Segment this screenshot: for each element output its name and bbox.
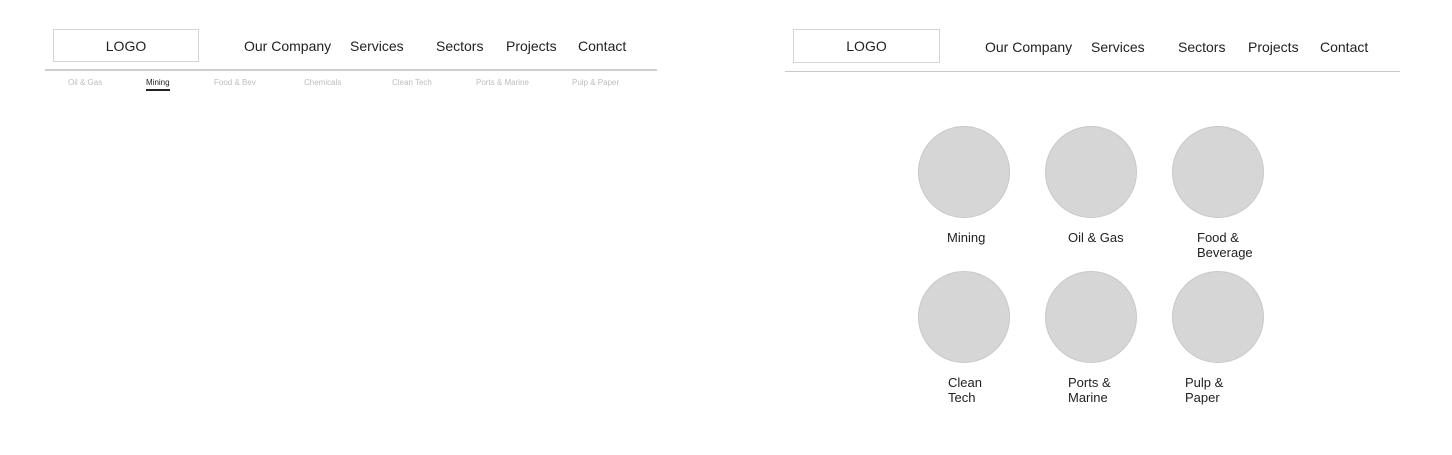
sector-tile-mining[interactable]: Mining <box>918 126 1028 245</box>
nav-contact[interactable]: Contact <box>578 38 626 54</box>
sector-image-placeholder <box>1172 126 1264 218</box>
nav-contact[interactable]: Contact <box>1320 39 1368 55</box>
sector-label: Ports & Marine <box>1068 375 1111 405</box>
sector-image-placeholder <box>1172 271 1264 363</box>
nav-sectors[interactable]: Sectors <box>1178 39 1225 55</box>
subnav-chemicals[interactable]: Chemicals <box>304 78 341 87</box>
nav-projects[interactable]: Projects <box>1248 39 1299 55</box>
nav-services[interactable]: Services <box>1091 39 1145 55</box>
sector-image-placeholder <box>918 126 1010 218</box>
right-wireframe: LOGO Our Company Services Sectors Projec… <box>780 0 1420 455</box>
sector-image-placeholder <box>1045 126 1137 218</box>
sector-tile-clean-tech[interactable]: Clean Tech <box>918 271 1028 405</box>
nav-sectors[interactable]: Sectors <box>436 38 483 54</box>
header-divider <box>785 71 1400 72</box>
sector-label: Food & Beverage <box>1197 230 1253 260</box>
sector-tile-pulp-paper[interactable]: Pulp & Paper <box>1172 271 1282 405</box>
subnav-pulp-paper[interactable]: Pulp & Paper <box>572 78 619 87</box>
sector-label: Oil & Gas <box>1068 230 1124 245</box>
sector-tile-oil-gas[interactable]: Oil & Gas <box>1045 126 1155 245</box>
logo[interactable]: LOGO <box>793 29 940 63</box>
nav-our-company[interactable]: Our Company <box>985 39 1072 55</box>
sector-label: Pulp & Paper <box>1185 375 1224 405</box>
sector-image-placeholder <box>918 271 1010 363</box>
subnav-clean-tech[interactable]: Clean Tech <box>392 78 432 87</box>
sector-label: Clean Tech <box>948 375 982 405</box>
subnav-ports-marine[interactable]: Ports & Marine <box>476 78 529 87</box>
logo[interactable]: LOGO <box>53 29 199 62</box>
nav-projects[interactable]: Projects <box>506 38 557 54</box>
nav-services[interactable]: Services <box>350 38 404 54</box>
subnav-food-bev[interactable]: Food & Bev <box>214 78 256 87</box>
subnav-mining[interactable]: Mining <box>146 78 170 91</box>
sector-label: Mining <box>947 230 986 245</box>
nav-our-company[interactable]: Our Company <box>244 38 331 54</box>
sector-tile-ports-marine[interactable]: Ports & Marine <box>1045 271 1155 405</box>
left-wireframe: LOGO Our Company Services Sectors Projec… <box>0 0 680 455</box>
subnav-oil-gas[interactable]: Oil & Gas <box>68 78 102 87</box>
sector-tile-food-beverage[interactable]: Food & Beverage <box>1172 126 1282 260</box>
sector-image-placeholder <box>1045 271 1137 363</box>
header-divider <box>45 69 657 71</box>
